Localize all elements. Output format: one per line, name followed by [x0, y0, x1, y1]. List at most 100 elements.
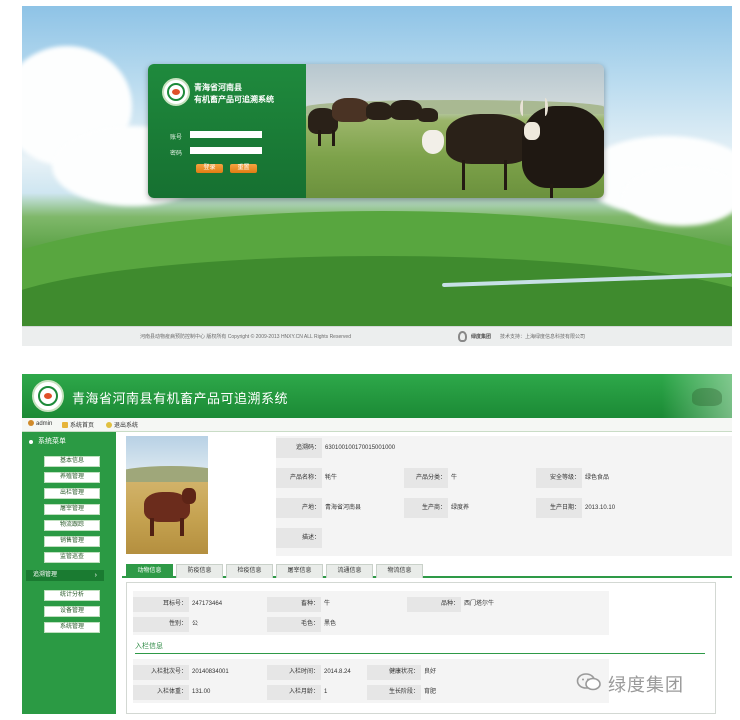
- yak-group-4: [418, 108, 438, 122]
- yak-photo: [306, 64, 604, 198]
- username-input[interactable]: [190, 131, 262, 138]
- deco-yak-silhouette: [692, 388, 722, 406]
- tab-quarantine-info[interactable]: 检疫信息: [226, 564, 273, 578]
- sidebar-item-inspection[interactable]: 监管巡查: [44, 552, 100, 563]
- logo-icon: [162, 78, 190, 106]
- toolbar-logout[interactable]: 退出系统: [106, 420, 138, 429]
- tab-circulation-info[interactable]: 流通信息: [326, 564, 373, 578]
- login-screen: 青海省河南县 有机畜产品可追溯系统 账号 密码 登录 重置 河南县动物疫病预防控…: [22, 6, 732, 346]
- home-icon: [62, 422, 68, 428]
- tab-vaccination-info[interactable]: 防疫信息: [176, 564, 223, 578]
- tab-slaughter-info[interactable]: 屠宰信息: [276, 564, 323, 578]
- sidebar-item-logistics[interactable]: 物流跟踪: [44, 520, 100, 531]
- producer-value: 绿度养: [451, 505, 470, 511]
- sidebar-item-equipment[interactable]: 设备管理: [44, 606, 100, 617]
- login-box: 青海省河南县 有机畜产品可追溯系统 账号 密码 登录 重置: [148, 64, 604, 198]
- admin-toolbar: admin 系统首页 退出系统: [22, 418, 732, 432]
- password-input[interactable]: [190, 147, 262, 154]
- entry-weight-label: 入栏体重：: [133, 685, 189, 700]
- species-label: 畜种：: [267, 597, 321, 612]
- header-yak-decoration: [662, 374, 732, 418]
- ear-tag-label: 耳标号：: [133, 597, 189, 612]
- toolbar-logout-label: 退出系统: [114, 423, 139, 429]
- yak-horn-right: [542, 98, 548, 116]
- ear-tag-value: 247173464: [192, 601, 223, 607]
- header-title: 青海省河南县有机畜产品可追溯系统: [72, 391, 289, 406]
- toolbar-user[interactable]: admin: [28, 420, 52, 427]
- yak-leg: [462, 160, 465, 190]
- trace-code-label: 追溯码：: [276, 438, 322, 458]
- tab-logistics-info[interactable]: 物流信息: [376, 564, 423, 578]
- sidebar-item-outbound[interactable]: 出栏管理: [44, 488, 100, 499]
- sidebar-item-breeding[interactable]: 养殖管理: [44, 472, 100, 483]
- product-name-value: 牦牛: [325, 475, 338, 481]
- chevron-right-icon: ›: [94, 572, 97, 579]
- login-button[interactable]: 登录: [196, 164, 223, 173]
- yak-leg: [318, 130, 321, 146]
- entry-age-label: 入栏月龄：: [267, 685, 321, 700]
- yak-horn-left: [520, 100, 526, 116]
- logout-icon: [106, 422, 112, 428]
- sidebar: 系统菜单 基本信息 养殖管理 出栏管理 屠宰管理 物流跟踪 销售管理 监管巡查 …: [22, 432, 116, 714]
- product-name-label: 产品名称：: [276, 468, 322, 488]
- origin-value: 青海省河南县: [325, 505, 362, 511]
- screenshot-root: 青海省河南县 有机畜产品可追溯系统 账号 密码 登录 重置 河南县动物疫病预防控…: [0, 0, 740, 720]
- safety-level-value: 绿色食品: [585, 475, 610, 481]
- cattle-leg: [180, 518, 184, 536]
- breed-label: 品种：: [407, 597, 461, 612]
- reset-button[interactable]: 重置: [230, 164, 257, 173]
- cattle-leg: [150, 518, 154, 536]
- sidebar-item-basic-info[interactable]: 基本信息: [44, 456, 100, 467]
- safety-level-label: 安全等级：: [536, 468, 582, 488]
- production-date-value: 2013.10.10: [585, 505, 616, 511]
- cloud-right-high: [622, 166, 732, 226]
- username-label: 账号: [170, 135, 183, 141]
- sidebar-item-traceability-label: 追溯管理: [33, 572, 58, 578]
- sex-value: 公: [192, 621, 199, 627]
- toolbar-user-label: admin: [36, 421, 53, 427]
- health-label: 健康状况：: [367, 665, 421, 680]
- coat-color-value: 黑色: [324, 621, 337, 627]
- yak-leg: [332, 130, 335, 146]
- yak-group-2: [366, 102, 392, 120]
- growth-stage-value: 育肥: [424, 689, 437, 695]
- sidebar-item-system[interactable]: 系统管理: [44, 622, 100, 633]
- production-date-label: 生产日期：: [536, 498, 582, 518]
- sex-label: 性别：: [133, 617, 189, 632]
- watermark: 绿度集团: [572, 668, 722, 696]
- toolbar-home[interactable]: 系统首页: [62, 420, 94, 429]
- entry-time-label: 入栏时间：: [267, 665, 321, 680]
- sidebar-item-traceability[interactable]: 追溯管理 ›: [26, 570, 104, 581]
- entry-weight-value: 131.00: [192, 689, 211, 695]
- sidebar-item-sales[interactable]: 销售管理: [44, 536, 100, 547]
- admin-header: 青海省河南县有机畜产品可追溯系统: [22, 374, 732, 418]
- yak-leg: [504, 160, 507, 190]
- sidebar-item-statistics[interactable]: 统计分析: [44, 590, 100, 601]
- entry-batch-value: 20140834001: [192, 669, 229, 675]
- logo-center: [172, 89, 180, 95]
- admin-screen: 青海省河南县有机畜产品可追溯系统 admin 系统首页 退出系统 系统菜单 基本…: [22, 374, 732, 714]
- login-title: 青海省河南县 有机畜产品可追溯系统: [194, 82, 274, 106]
- login-footer: 河南县动物疫病预防控制中心 版权所有 Copyright © 2009-2013…: [22, 326, 732, 346]
- footer-support: 技术支持：上海绿度信息科技有限公司: [500, 334, 586, 340]
- sidebar-title: 系统菜单: [26, 436, 112, 448]
- login-panel: 青海省河南县 有机畜产品可追溯系统 账号 密码 登录 重置: [148, 64, 306, 198]
- breed-value: 西门塔尔牛: [464, 601, 495, 607]
- product-category-value: 牛: [451, 475, 458, 481]
- sidebar-item-slaughter[interactable]: 屠宰管理: [44, 504, 100, 515]
- origin-label: 产地：: [276, 498, 322, 518]
- cattle-photo: [126, 436, 208, 554]
- entry-section-divider: [135, 653, 705, 654]
- header-logo-center: [44, 393, 52, 399]
- footer-copyright: 河南县动物疫病预防控制中心 版权所有 Copyright © 2009-2013…: [140, 334, 351, 340]
- photo-hills: [126, 466, 208, 482]
- species-value: 牛: [324, 601, 331, 607]
- login-title-line2: 有机畜产品可追溯系统: [194, 95, 274, 104]
- yak-front-right: [522, 106, 604, 188]
- wechat-icon: [576, 673, 601, 691]
- entry-time-value: 2014.8.24: [324, 669, 351, 675]
- tab-animal-info[interactable]: 动物信息: [126, 564, 173, 578]
- yak-leg: [550, 184, 553, 198]
- growth-stage-label: 生长阶段：: [367, 685, 421, 700]
- yak-front-face: [422, 130, 444, 154]
